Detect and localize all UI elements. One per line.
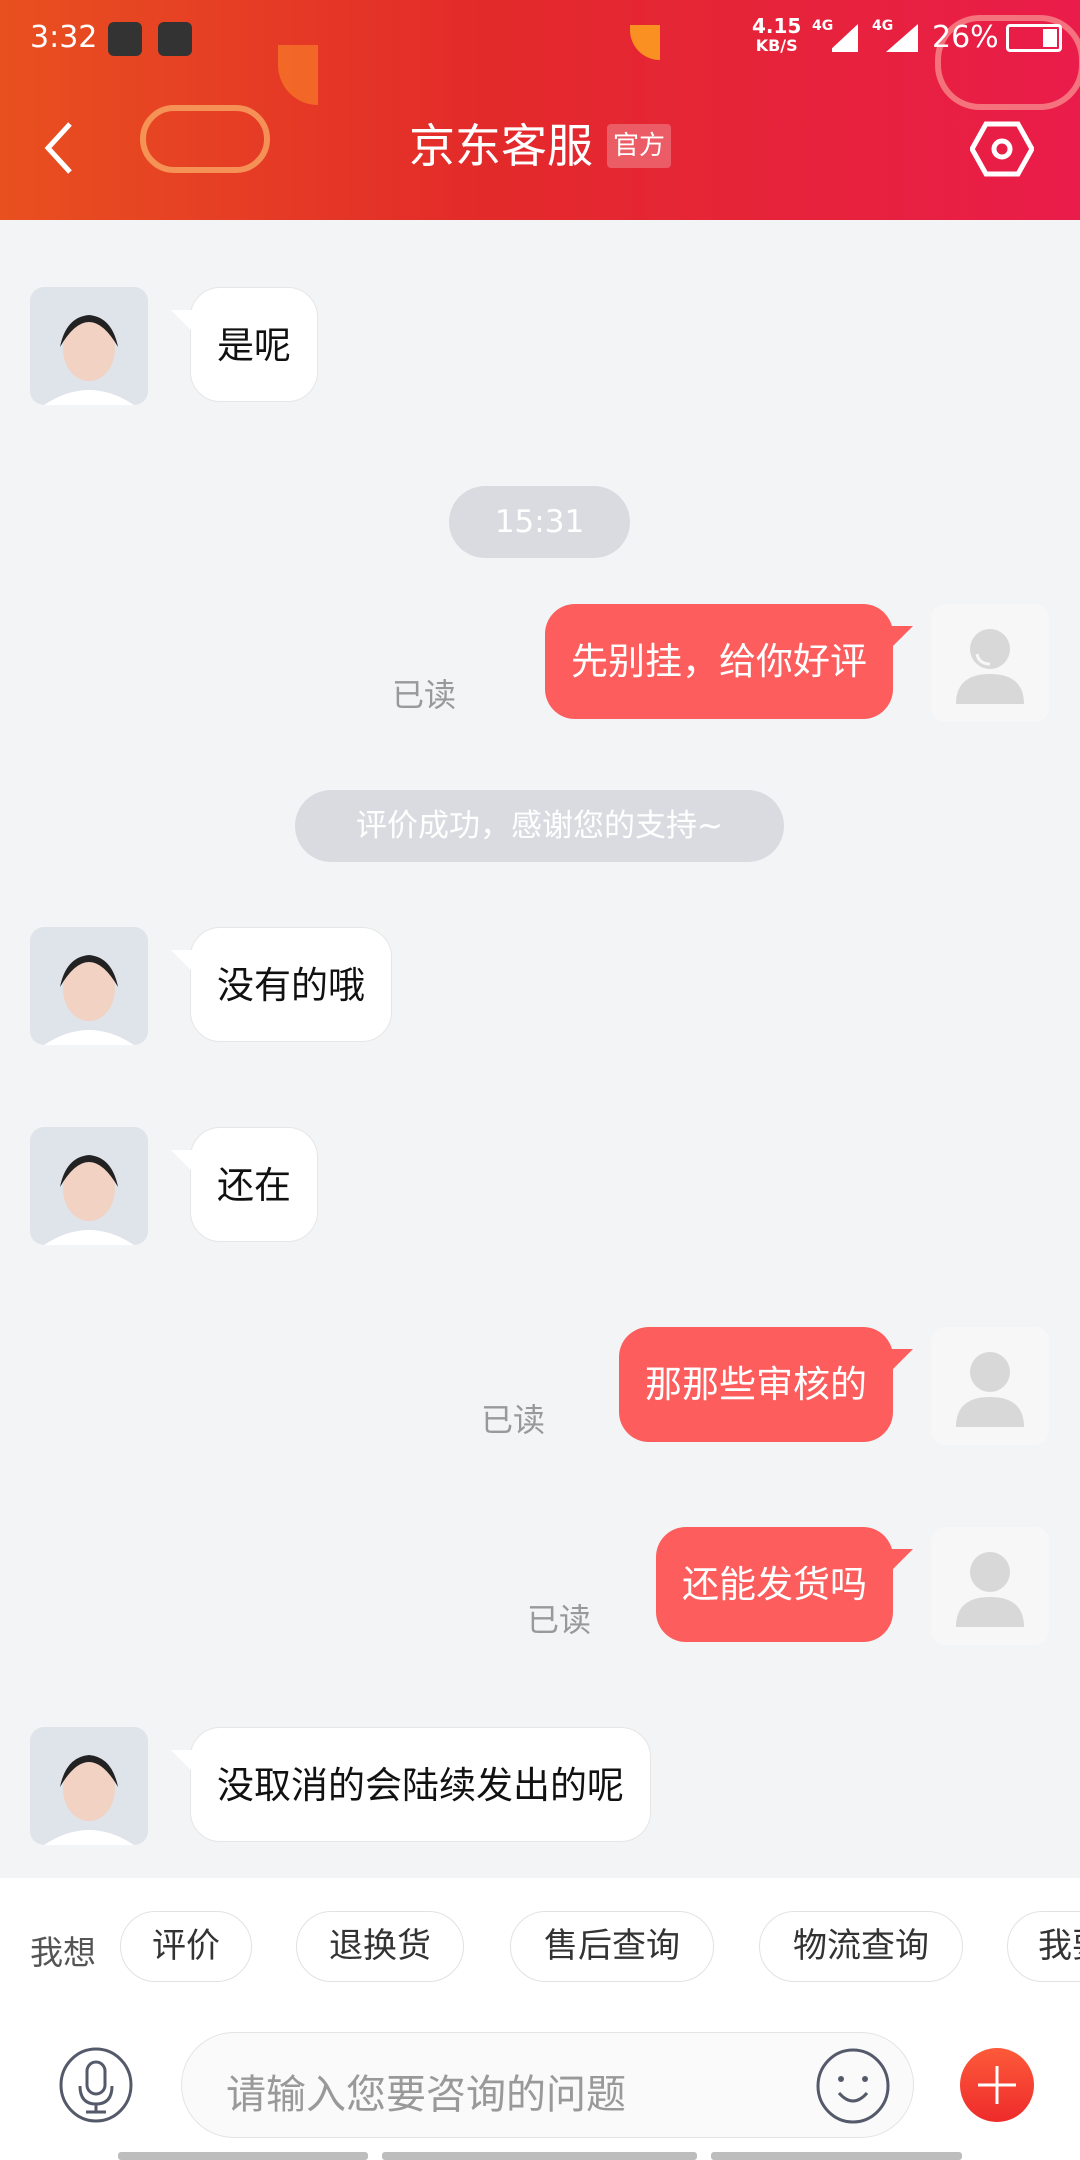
emoji-icon[interactable]	[815, 2047, 891, 2125]
read-status: 已读	[392, 676, 457, 714]
quick-label: 我想	[30, 1933, 96, 1972]
page-indicator	[382, 2152, 697, 2160]
net-unit: KB/S	[755, 36, 798, 55]
settings-icon[interactable]	[970, 120, 1034, 178]
official-badge: 官方	[606, 123, 671, 168]
signal-label: 4G	[812, 18, 834, 34]
agent-avatar[interactable]	[30, 287, 148, 405]
quick-chip-return[interactable]: 退换货	[296, 1911, 464, 1982]
header: 3:32 4.15 KB/S 4G 4G 26% 京东客服 官方	[0, 0, 1080, 220]
user-avatar[interactable]	[931, 1327, 1049, 1445]
battery-percent: 26%	[932, 20, 999, 55]
plus-icon[interactable]	[959, 2046, 1035, 2124]
user-avatar[interactable]	[931, 1527, 1049, 1645]
quick-chip-review[interactable]: 评价	[120, 1911, 252, 1982]
signal-label: 4G	[872, 18, 894, 34]
read-status: 已读	[527, 1601, 592, 1639]
quick-chip-aftersale[interactable]: 售后查询	[510, 1911, 714, 1982]
input-placeholder: 请输入您要咨询的问题	[226, 2072, 626, 2118]
status-time: 3:32	[30, 20, 98, 55]
title-text: 京东客服	[408, 119, 593, 173]
quick-chip-logistics[interactable]: 物流查询	[759, 1911, 963, 1982]
timestamp-pill: 15:31	[449, 486, 630, 558]
net-speed: 4.15	[752, 14, 802, 38]
page-indicator	[711, 2152, 962, 2160]
decoration	[278, 45, 318, 105]
app-notification-icon	[158, 22, 192, 56]
app-notification-icon	[108, 22, 142, 56]
message-bubble-received[interactable]: 还在	[171, 1127, 318, 1242]
message-bubble-sent[interactable]: 那那些审核的	[619, 1327, 913, 1442]
message-bubble-received[interactable]: 没取消的会陆续发出的呢	[171, 1727, 651, 1842]
quick-chip-more[interactable]: 我要	[1007, 1911, 1080, 1982]
microphone-icon[interactable]	[58, 2046, 134, 2124]
user-avatar[interactable]	[931, 604, 1049, 722]
system-message: 评价成功，感谢您的支持~	[295, 790, 784, 862]
page-title: 京东客服 官方	[0, 118, 1080, 174]
agent-avatar[interactable]	[30, 1127, 148, 1245]
battery-icon	[1006, 24, 1062, 52]
agent-avatar[interactable]	[30, 927, 148, 1045]
bottom-panel: 我想 评价 退换货 售后查询 物流查询 我要 请输入您要咨询的问题	[0, 1878, 1080, 2160]
message-bubble-received[interactable]: 没有的哦	[171, 927, 392, 1042]
read-status: 已读	[481, 1401, 546, 1439]
message-bubble-sent[interactable]: 还能发货吗	[656, 1527, 913, 1642]
decoration	[630, 25, 660, 60]
message-input[interactable]: 请输入您要咨询的问题	[181, 2032, 914, 2138]
message-bubble-sent[interactable]: 先别挂，给你好评	[545, 604, 913, 719]
page-indicator	[118, 2152, 368, 2160]
message-bubble-received[interactable]: 是呢	[171, 287, 318, 402]
agent-avatar[interactable]	[30, 1727, 148, 1845]
